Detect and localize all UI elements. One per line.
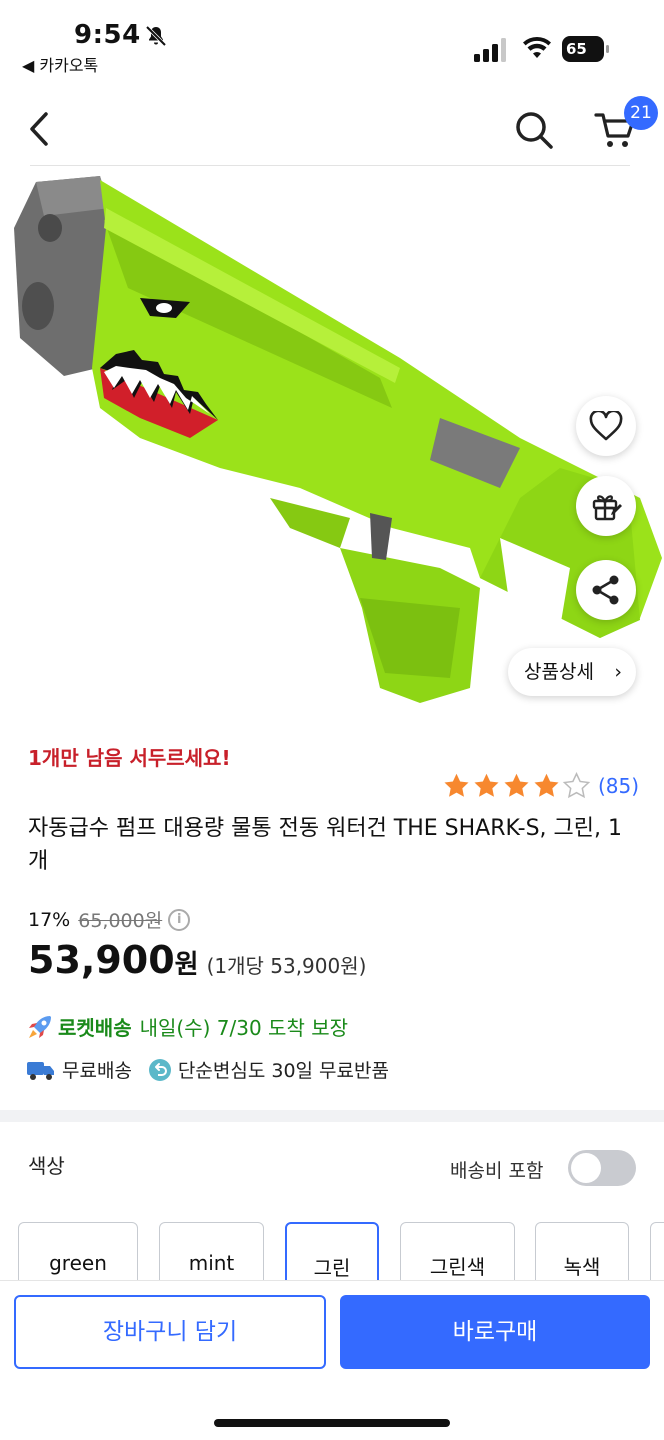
review-count[interactable]: (85) bbox=[598, 774, 639, 798]
info-icon[interactable]: i bbox=[168, 908, 191, 931]
rocket-delivery-row: 로켓배송 내일(수) 7/30 도착 보장 bbox=[26, 1012, 348, 1041]
back-icon[interactable] bbox=[24, 106, 54, 152]
chevron-right-icon: › bbox=[614, 661, 622, 683]
benefit-row: 무료배송 단순변심도 30일 무료반품 bbox=[26, 1056, 389, 1083]
shipping-toggle-label: 배송비 포함 bbox=[450, 1160, 544, 1182]
bottom-action-bar: 장바구니 담기 바로구매 bbox=[0, 1280, 664, 1440]
search-icon[interactable] bbox=[512, 108, 556, 152]
discount-row: 17% 65,000원 i bbox=[28, 906, 191, 933]
share-icon bbox=[592, 575, 619, 605]
battery-icon: 65 bbox=[562, 36, 610, 62]
status-time: 9:54 bbox=[74, 20, 141, 50]
option-chip-mint[interactable]: mint bbox=[159, 1222, 264, 1280]
free-return-text: 단순변심도 30일 무료반품 bbox=[177, 1060, 389, 1082]
signal-icon bbox=[474, 38, 506, 62]
star-icon bbox=[474, 773, 499, 797]
product-image[interactable] bbox=[0, 168, 664, 728]
star-icon bbox=[504, 773, 529, 797]
star-icon bbox=[444, 773, 469, 797]
wishlist-button[interactable] bbox=[576, 396, 636, 456]
product-detail-button[interactable]: 상품상세 › bbox=[508, 648, 636, 696]
product-title: 자동급수 펌프 대용량 물통 전동 워터건 THE SHARK-S, 그린, 1… bbox=[28, 816, 622, 874]
battery-level: 65 bbox=[562, 36, 604, 62]
share-button[interactable] bbox=[576, 560, 636, 620]
bell-slash-icon bbox=[145, 25, 167, 47]
cart-count-badge[interactable]: 21 bbox=[624, 96, 658, 130]
unit-price: (1개당 53,900원) bbox=[206, 954, 367, 978]
shipping-included-toggle[interactable] bbox=[568, 1150, 636, 1186]
option-chip-green[interactable]: green bbox=[18, 1222, 138, 1280]
top-nav bbox=[0, 88, 664, 166]
gift-icon bbox=[592, 495, 622, 521]
delivery-date: 내일(수) 7/30 도착 보장 bbox=[139, 1016, 348, 1040]
wifi-icon bbox=[523, 36, 551, 58]
add-to-cart-button[interactable]: 장바구니 담기 bbox=[14, 1295, 326, 1369]
color-option-chips: green mint 그린 그린색 녹색 bbox=[18, 1222, 664, 1280]
option-chip-grinsaek[interactable]: 그린색 bbox=[400, 1222, 515, 1280]
free-shipping-text: 무료배송 bbox=[62, 1060, 132, 1082]
home-indicator[interactable] bbox=[214, 1419, 450, 1427]
nav-divider bbox=[30, 165, 630, 166]
rocket-delivery-label: 로켓배송 bbox=[58, 1016, 132, 1040]
option-chip-more[interactable] bbox=[650, 1222, 664, 1280]
option-chip-grin[interactable]: 그린 bbox=[285, 1222, 379, 1280]
stock-warning: 1개만 남음 서두르세요! bbox=[28, 746, 231, 770]
rocket-icon bbox=[29, 1015, 51, 1038]
option-chip-noksaek[interactable]: 녹색 bbox=[535, 1222, 629, 1280]
status-bar: 9:54 ◀ 카카오톡 65 bbox=[0, 0, 664, 80]
gift-button[interactable] bbox=[576, 476, 636, 536]
price-row: 53,900 원 (1개당 53,900원) bbox=[28, 938, 366, 982]
buy-now-button[interactable]: 바로구매 bbox=[340, 1295, 650, 1369]
star-icon bbox=[562, 772, 591, 799]
truck-icon bbox=[27, 1061, 54, 1080]
back-to-app-link[interactable]: ◀ 카카오톡 bbox=[22, 52, 98, 76]
color-option-label: 색상 bbox=[28, 1154, 65, 1178]
price-currency: 원 bbox=[174, 950, 199, 980]
rating-stars[interactable]: (85) bbox=[442, 770, 639, 802]
return-icon bbox=[148, 1058, 171, 1081]
section-divider bbox=[0, 1110, 664, 1122]
star-icon bbox=[534, 773, 559, 797]
product-detail-label: 상품상세 bbox=[524, 661, 594, 683]
heart-icon bbox=[589, 411, 623, 441]
sale-price: 53,900 bbox=[28, 938, 175, 982]
discount-rate: 17% bbox=[28, 908, 71, 931]
original-price: 65,000원 bbox=[78, 910, 163, 932]
